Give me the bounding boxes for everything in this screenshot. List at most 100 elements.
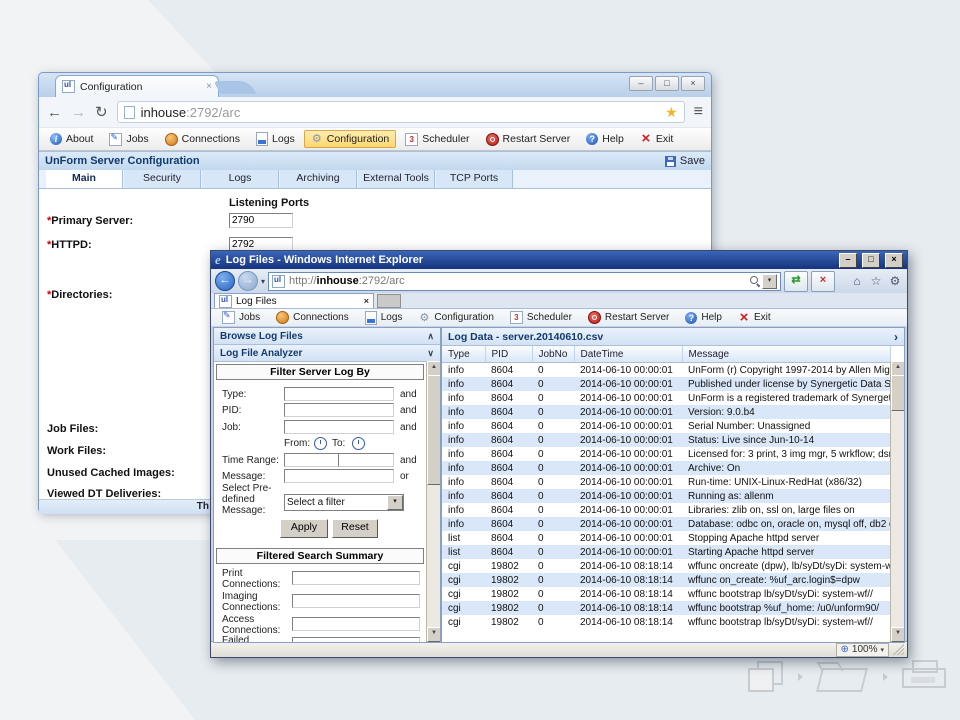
type-input[interactable] (284, 387, 394, 401)
column-header-datetime[interactable]: DateTime (574, 346, 682, 363)
config-tab[interactable]: Security (123, 170, 201, 188)
save-button[interactable]: Save (665, 155, 705, 167)
minimize-button[interactable]: – (839, 253, 857, 268)
tab-close-icon[interactable]: × (364, 296, 369, 306)
toolbar-item[interactable]: Restart Server (581, 308, 676, 327)
url-input[interactable]: inhouse:2792/arc ★ (117, 101, 685, 123)
log-file-analyzer-header[interactable]: Log File Analyzer ∨ (214, 345, 440, 362)
back-icon[interactable]: ← (47, 105, 62, 120)
time-to-input[interactable] (338, 453, 394, 467)
toolbar-item[interactable]: Restart Server (479, 130, 578, 149)
menu-icon[interactable]: ≡ (694, 103, 703, 121)
from-clock-icon[interactable] (314, 437, 327, 450)
table-row[interactable]: info 8604 0 2014-06-10 00:00:01 Publishe… (442, 377, 891, 391)
forward-icon[interactable]: → (238, 271, 258, 291)
scroll-up-icon[interactable]: ▲ (427, 361, 441, 376)
new-tab-button[interactable] (214, 81, 257, 94)
table-row[interactable]: list 8604 0 2014-06-10 00:00:01 Starting… (442, 545, 891, 559)
toolbar-item[interactable]: About (43, 130, 100, 148)
table-row[interactable]: cgi 19802 0 2014-06-10 08:18:14 wffunc b… (442, 601, 891, 615)
table-row[interactable]: cgi 19802 0 2014-06-10 08:18:14 wffunc o… (442, 559, 891, 573)
search-icon[interactable] (749, 275, 761, 287)
toolbar-item[interactable]: Jobs (102, 130, 155, 149)
message-input[interactable] (284, 469, 394, 483)
scrollbar-thumb[interactable] (427, 375, 441, 485)
table-row[interactable]: list 8604 0 2014-06-10 00:00:01 Stopping… (442, 531, 891, 545)
scroll-down-icon[interactable]: ▼ (427, 627, 441, 642)
column-header-message[interactable]: Message (682, 346, 891, 363)
table-row[interactable]: cgi 19802 0 2014-06-10 08:18:14 wffunc b… (442, 615, 891, 629)
toolbar-item[interactable]: Configuration (411, 309, 500, 327)
refresh-button[interactable]: ⇄ (784, 271, 808, 292)
select-dropdown-icon[interactable]: ▾ (387, 495, 403, 510)
config-tab[interactable]: Archiving (279, 170, 357, 188)
sidebar-scrollbar[interactable]: ▲ ▼ (426, 361, 440, 642)
reset-button[interactable]: Reset (332, 519, 378, 538)
toolbar-item[interactable]: Connections (158, 130, 247, 149)
tab-close-icon[interactable]: × (206, 81, 212, 92)
scroll-down-icon[interactable]: ▼ (891, 627, 904, 642)
reload-icon[interactable]: ↻ (95, 105, 108, 120)
toolbar-item[interactable]: Logs (249, 129, 302, 149)
favorites-star-icon[interactable]: ☆ (868, 274, 884, 288)
table-row[interactable]: info 8604 0 2014-06-10 00:00:01 Version:… (442, 405, 891, 419)
table-row[interactable]: info 8604 0 2014-06-10 00:00:01 UnForm (… (442, 363, 891, 378)
toolbar-item[interactable]: Scheduler (398, 130, 476, 149)
close-button[interactable]: × (885, 253, 903, 268)
table-scrollbar[interactable]: ▲ ▼ (890, 361, 904, 642)
minimize-button[interactable]: – (629, 76, 653, 91)
chrome-tab[interactable]: Configuration × (55, 75, 219, 97)
toolbar-item[interactable]: Help (579, 130, 631, 148)
table-row[interactable]: info 8604 0 2014-06-10 00:00:01 Licensed… (442, 447, 891, 461)
toolbar-item[interactable]: Help (678, 309, 729, 327)
forward-icon[interactable]: → (71, 105, 86, 120)
table-row[interactable]: cgi 19802 0 2014-06-10 08:18:14 wffunc o… (442, 573, 891, 587)
imaging-connections-input[interactable] (292, 594, 420, 608)
table-row[interactable]: info 8604 0 2014-06-10 00:00:01 Archive:… (442, 461, 891, 475)
zoom-dropdown-icon[interactable]: ▾ (880, 646, 884, 654)
access-connections-input[interactable] (292, 617, 420, 631)
home-icon[interactable]: ⌂ (849, 274, 865, 288)
column-header-type[interactable]: Type (442, 346, 485, 363)
stop-button[interactable]: × (811, 271, 835, 292)
log-data-header[interactable]: Log Data - server.20140610.csv › (442, 328, 904, 346)
config-tab[interactable]: TCP Ports (435, 170, 513, 188)
resize-grip[interactable] (893, 644, 904, 655)
table-row[interactable]: info 8604 0 2014-06-10 00:00:01 Librarie… (442, 503, 891, 517)
failed-input[interactable] (292, 637, 420, 643)
toolbar-item[interactable]: Connections (269, 308, 356, 327)
address-dropdown-icon[interactable]: ▾ (762, 274, 777, 289)
maximize-button[interactable]: □ (862, 253, 880, 268)
predefined-filter-select[interactable]: Select a filter ▾ (284, 494, 404, 511)
scroll-up-icon[interactable]: ▲ (891, 361, 904, 376)
print-connections-input[interactable] (292, 571, 420, 585)
toolbar-item[interactable]: Exit (731, 309, 778, 327)
table-row[interactable]: info 8604 0 2014-06-10 00:00:01 Run-time… (442, 475, 891, 489)
close-button[interactable]: × (681, 76, 705, 91)
apply-button[interactable]: Apply (280, 519, 328, 538)
pid-input[interactable] (284, 403, 394, 417)
table-row[interactable]: info 8604 0 2014-06-10 00:00:01 UnForm i… (442, 391, 891, 405)
toolbar-item[interactable]: Configuration (304, 130, 396, 148)
expand-arrow-icon[interactable]: › (894, 330, 898, 344)
toolbar-item[interactable]: Logs (358, 308, 410, 328)
table-row[interactable]: info 8604 0 2014-06-10 00:00:01 Serial N… (442, 419, 891, 433)
new-tab-button[interactable] (377, 294, 401, 308)
toolbar-item[interactable]: Exit (633, 130, 681, 148)
ie-titlebar[interactable]: e Log Files - Windows Internet Explorer … (211, 251, 907, 269)
toolbar-item[interactable]: Jobs (215, 308, 267, 327)
bookmark-star-icon[interactable]: ★ (665, 104, 678, 121)
column-header-pid[interactable]: PID (485, 346, 532, 363)
history-dropdown-icon[interactable]: ▾ (261, 277, 265, 286)
config-tab[interactable]: External Tools (357, 170, 435, 188)
tools-gear-icon[interactable]: ⚙ (887, 274, 903, 288)
config-tab[interactable]: Logs (201, 170, 279, 188)
back-icon[interactable]: ← (215, 271, 235, 291)
toolbar-item[interactable]: Scheduler (503, 308, 579, 327)
time-from-input[interactable] (284, 453, 340, 467)
address-input[interactable]: http://inhouse:2792/arc ▾ (268, 272, 781, 291)
maximize-button[interactable]: □ (655, 76, 679, 91)
table-row[interactable]: info 8604 0 2014-06-10 00:00:01 Status: … (442, 433, 891, 447)
table-row[interactable]: info 8604 0 2014-06-10 00:00:01 Running … (442, 489, 891, 503)
config-tab[interactable]: Main (45, 170, 123, 188)
